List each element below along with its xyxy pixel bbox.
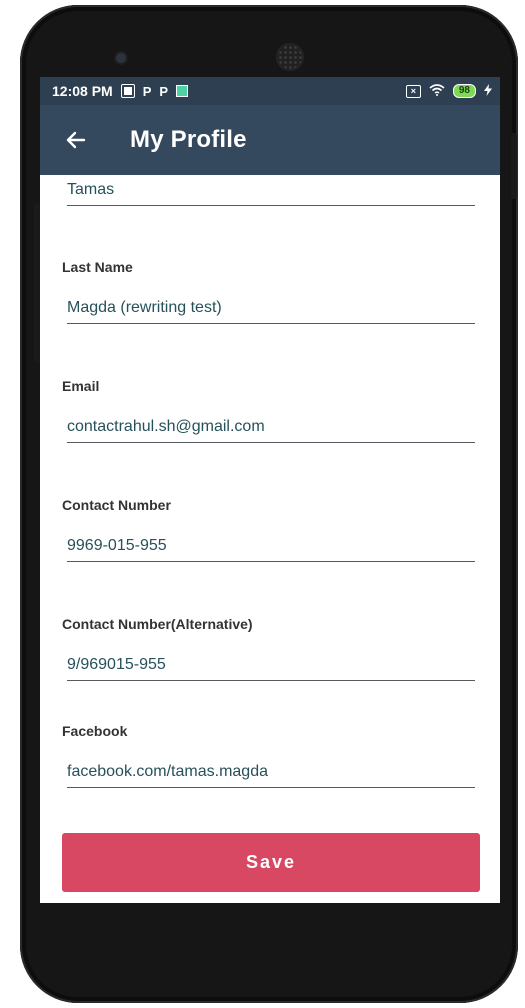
contact-alt-field[interactable] — [67, 650, 475, 681]
front-camera — [116, 53, 126, 63]
contact-number-field[interactable] — [67, 531, 475, 562]
notification-icon: × — [405, 84, 421, 98]
facebook-label: Facebook — [62, 723, 128, 739]
battery-icon: 98 — [452, 84, 476, 98]
app-icon — [176, 85, 189, 97]
phone-screen: 12:08 PM P P × 98 My Profile Last Name E… — [40, 77, 500, 903]
first-name-field[interactable] — [67, 175, 475, 206]
contact-alt-label: Contact Number(Alternative) — [62, 616, 253, 632]
wifi-icon — [429, 84, 445, 98]
photo-icon — [120, 84, 135, 98]
power-button — [511, 133, 517, 199]
earpiece-speaker — [278, 45, 302, 69]
email-field[interactable] — [67, 412, 475, 443]
arrow-left-icon[interactable] — [64, 128, 88, 152]
app-bar: My Profile — [40, 105, 500, 175]
save-button[interactable]: Save — [62, 833, 480, 892]
status-bar: 12:08 PM P P × 98 — [40, 77, 500, 105]
last-name-field[interactable] — [67, 293, 475, 324]
email-label: Email — [62, 378, 100, 394]
charging-icon — [484, 84, 492, 98]
last-name-label: Last Name — [62, 259, 133, 275]
facebook-field[interactable] — [67, 757, 475, 788]
profile-form: Last Name Email Contact Number Contact N… — [40, 175, 500, 903]
p-icon: P — [159, 83, 169, 99]
page-title: My Profile — [130, 126, 247, 153]
status-time: 12:08 PM — [52, 83, 113, 99]
contact-number-label: Contact Number — [62, 497, 171, 513]
p-icon: P — [142, 83, 152, 99]
